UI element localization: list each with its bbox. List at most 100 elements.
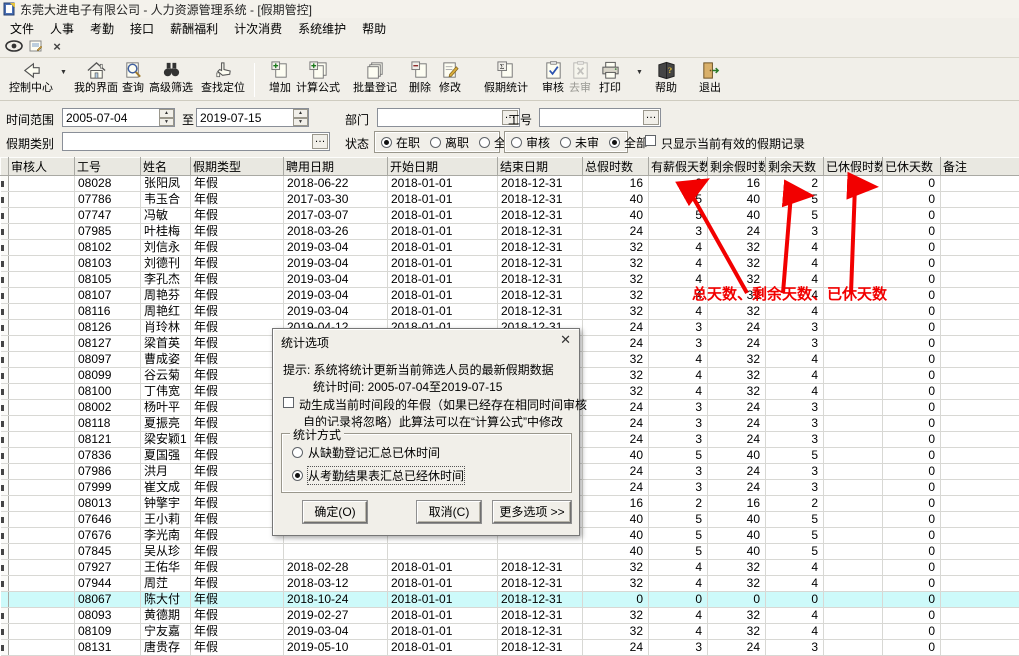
table-row[interactable]: 07786韦玉合年假2017-03-302018-01-012018-12-31… <box>1 192 1019 208</box>
table-cell-remain_hours: 16 <box>708 176 766 192</box>
radio-from-absence[interactable]: 从缺勤登记汇总已休时间 <box>292 444 440 461</box>
menu-item[interactable]: 文件 <box>2 18 42 39</box>
toolbar-button-formula[interactable]: 计算公式 <box>290 60 346 100</box>
menu-item[interactable]: 帮助 <box>354 18 394 39</box>
valid-only-checkbox[interactable] <box>645 135 656 146</box>
table-cell-used_hours <box>824 368 883 384</box>
valid-only-label: 只显示当前有效的假期记录 <box>661 135 805 152</box>
table-row[interactable]: 07747冯敏年假2017-03-072018-01-012018-12-314… <box>1 208 1019 224</box>
toolbar-button-help[interactable]: ? 帮助 <box>646 60 686 100</box>
toolbar-button-leave-stats[interactable]: Σ 假期统计 <box>478 60 534 100</box>
main-toolbar: 控制中心 ▼ 我的界面 查询 高级筛选 查找定位 增加 计算公式 <box>0 59 1019 101</box>
control-center-dropdown-icon[interactable]: ▼ <box>60 69 67 76</box>
table-row[interactable]: 07944周茳年假2018-03-122018-01-012018-12-313… <box>1 576 1019 592</box>
table-cell-note <box>941 272 1019 288</box>
table-cell-remain_hours: 32 <box>708 384 766 400</box>
menu-item[interactable]: 系统维护 <box>290 18 354 39</box>
radio-option[interactable]: 审核 <box>511 134 550 151</box>
radio-option[interactable]: 在职 <box>381 134 420 151</box>
row-indicator <box>1 576 9 592</box>
table-cell-auditor <box>9 560 75 576</box>
doc-sigma-icon: Σ <box>496 60 517 81</box>
table-cell-start_date <box>388 544 498 560</box>
toolbar-button-control-center[interactable]: 控制中心 <box>2 60 60 100</box>
table-cell-auditor <box>9 352 75 368</box>
radio-from-attendance[interactable]: 从考勤结果表汇总已经休时间 <box>292 467 464 484</box>
menu-item[interactable]: 计次消费 <box>226 18 290 39</box>
dialog-close-icon[interactable]: ✕ <box>560 332 571 348</box>
menu-item[interactable]: 考勤 <box>82 18 122 39</box>
table-row[interactable]: 08102刘信永年假2019-03-042018-01-012018-12-31… <box>1 240 1019 256</box>
toolbar-button-modify[interactable]: 修改 <box>428 60 472 100</box>
grid-column-header[interactable]: 工号 <box>75 158 141 176</box>
table-row[interactable]: 08067陈大付年假2018-10-242018-01-012018-12-31… <box>1 592 1019 608</box>
grid-column-header[interactable]: 已休天数 <box>883 158 941 176</box>
more-options-button[interactable]: 更多选项 >> <box>493 501 571 523</box>
table-row[interactable]: 08131唐贵存年假2019-05-102018-01-012018-12-31… <box>1 640 1019 656</box>
table-row[interactable]: 08109宁友嘉年假2019-03-042018-01-012018-12-31… <box>1 624 1019 640</box>
toolbar-button-exit[interactable]: 退出 <box>690 60 730 100</box>
time-from-input[interactable]: 2005-07-04 ▲▼ <box>62 108 175 127</box>
grid-column-header[interactable]: 审核人 <box>9 158 75 176</box>
table-cell-leave_type: 年假 <box>191 448 284 464</box>
menu-item[interactable]: 薪酬福利 <box>162 18 226 39</box>
table-cell-note <box>941 416 1019 432</box>
toolbar-button-batch-register[interactable]: 批量登记 <box>347 60 403 100</box>
dept-input[interactable]: … <box>377 108 520 127</box>
grid-column-header[interactable]: 结束日期 <box>498 158 583 176</box>
grid-column-header[interactable]: 剩余假时数 <box>708 158 766 176</box>
table-cell-remain_days: 3 <box>766 432 824 448</box>
print-dropdown-icon[interactable]: ▼ <box>636 69 643 76</box>
table-cell-note <box>941 320 1019 336</box>
table-cell-emp_no: 07836 <box>75 448 141 464</box>
leave-type-input[interactable]: … <box>62 132 330 151</box>
grid-column-header[interactable]: 备注 <box>941 158 1019 176</box>
table-row[interactable]: 08103刘德刊年假2019-03-042018-01-012018-12-31… <box>1 256 1019 272</box>
table-row[interactable]: 07845吴从珍年假4054050 <box>1 544 1019 560</box>
preview-icon[interactable] <box>4 39 24 56</box>
grid-column-header[interactable]: 开始日期 <box>388 158 498 176</box>
row-indicator <box>1 416 9 432</box>
toolbar-button-print[interactable]: 打印 <box>588 60 632 100</box>
table-cell-paid_days: 3 <box>649 432 708 448</box>
table-row[interactable]: 08028张阳凤年假2018-06-222018-01-012018-12-31… <box>1 176 1019 192</box>
table-row[interactable]: 07985叶桂梅年假2018-03-262018-01-012018-12-31… <box>1 224 1019 240</box>
time-to-input[interactable]: 2019-07-15 ▲▼ <box>196 108 309 127</box>
table-cell-emp_no: 07676 <box>75 528 141 544</box>
cancel-button[interactable]: 取消(C) <box>417 501 481 523</box>
emp-no-input[interactable]: … <box>539 108 661 127</box>
menu-item[interactable]: 接口 <box>122 18 162 39</box>
leave-type-browse-button[interactable]: … <box>312 134 328 149</box>
table-cell-used_days: 0 <box>883 432 941 448</box>
table-cell-used_days: 0 <box>883 544 941 560</box>
radio-option[interactable]: 全部 <box>609 134 648 151</box>
table-cell-total_hours: 24 <box>583 224 649 240</box>
grid-column-header[interactable]: 已休假时数 <box>824 158 883 176</box>
time-to-spinner[interactable]: ▲▼ <box>293 109 308 126</box>
table-row[interactable]: 08093黄德期年假2019-02-272018-01-012018-12-31… <box>1 608 1019 624</box>
toolbar-button-advanced-filter[interactable]: 高级筛选 <box>143 60 199 100</box>
grid-column-header[interactable]: 剩余天数 <box>766 158 824 176</box>
table-cell-used_days: 0 <box>883 176 941 192</box>
grid-column-header[interactable]: 假期类型 <box>191 158 284 176</box>
dialog-auto-generate-checkbox[interactable] <box>283 397 294 408</box>
table-cell-used_days: 0 <box>883 384 941 400</box>
table-row[interactable]: 08116周艳红年假2019-03-042018-01-012018-12-31… <box>1 304 1019 320</box>
ok-button[interactable]: 确定(O) <box>303 501 367 523</box>
emp-no-browse-button[interactable]: … <box>643 110 659 125</box>
table-cell-end_date: 2018-12-31 <box>498 624 583 640</box>
close-icon[interactable]: × <box>47 39 67 56</box>
grid-column-header[interactable]: 有薪假天数 <box>649 158 708 176</box>
time-from-spinner[interactable]: ▲▼ <box>159 109 174 126</box>
edit-form-icon[interactable] <box>26 39 46 56</box>
toolbar-button-locate[interactable]: 查找定位 <box>195 60 251 100</box>
table-cell-used_hours <box>824 608 883 624</box>
table-row[interactable]: 07927王佑华年假2018-02-282018-01-012018-12-31… <box>1 560 1019 576</box>
radio-option[interactable]: 离职 <box>430 134 469 151</box>
grid-column-header[interactable]: 总假时数 <box>583 158 649 176</box>
radio-option[interactable]: 未审 <box>560 134 599 151</box>
grid-column-header[interactable]: 聘用日期 <box>284 158 388 176</box>
grid-column-header[interactable]: 姓名 <box>141 158 191 176</box>
menu-item[interactable]: 人事 <box>42 18 82 39</box>
table-cell-hire_date: 2018-06-22 <box>284 176 388 192</box>
